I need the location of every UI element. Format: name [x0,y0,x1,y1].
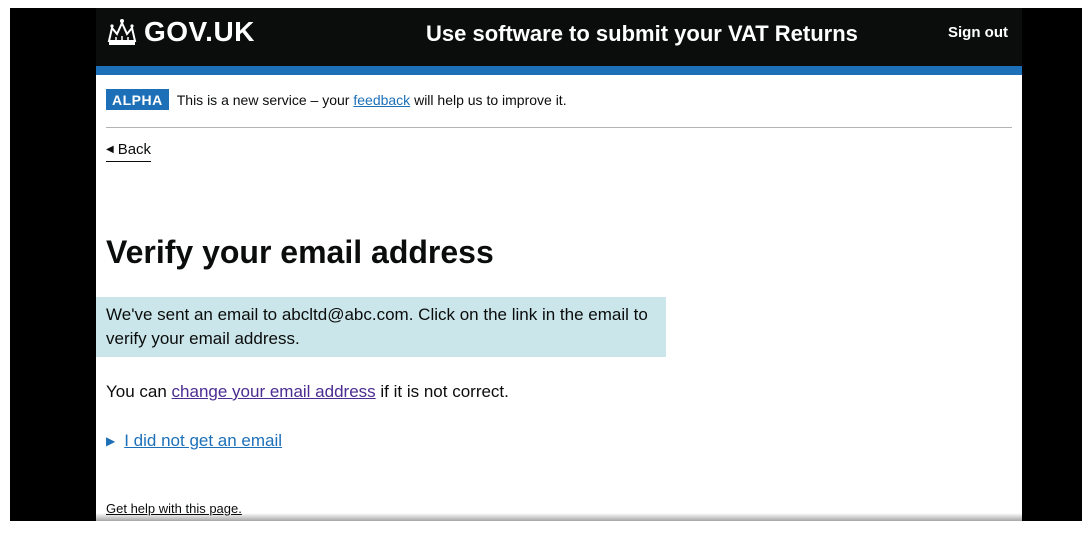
sign-out-link[interactable]: Sign out [948,24,1008,41]
page-title: Verify your email address [106,234,494,270]
left-letterbox [10,8,96,521]
screenshot-frame: GOV.UK Use software to submit your VAT R… [0,0,1092,533]
govuk-header: GOV.UK Use software to submit your VAT R… [96,8,1022,66]
bottom-shade [96,513,1022,521]
change-text-before: You can [106,382,172,401]
change-email-text: You can change your email address if it … [106,382,509,402]
phase-tag: ALPHA [106,89,169,110]
change-text-after: if it is not correct. [375,382,509,401]
screen: GOV.UK Use software to submit your VAT R… [10,8,1082,521]
phase-text-after: will help us to improve it. [410,92,567,108]
service-name[interactable]: Use software to submit your VAT Returns [426,21,858,47]
feedback-link[interactable]: feedback [353,92,410,108]
triangle-right-icon: ▶ [106,434,116,448]
logo-text: GOV.UK [144,16,255,47]
browser-page: GOV.UK Use software to submit your VAT R… [10,8,1082,521]
header-blue-bar [96,66,1022,75]
back-link[interactable]: ◀ Back [106,141,152,162]
govuk-logo[interactable]: GOV.UK [106,16,255,48]
inset-panel: We've sent an email to abcltd@abc.com. C… [96,297,666,357]
details-toggle[interactable]: ▶ I did not get an email [106,431,282,451]
change-email-link[interactable]: change your email address [172,382,376,401]
phase-text-before: This is a new service – your [176,92,354,108]
details-summary[interactable]: I did not get an email [124,431,282,451]
back-arrow-icon: ◀ [106,144,114,155]
phase-banner: ALPHA This is a new service – your feedb… [106,89,1012,128]
main-content: ALPHA This is a new service – your feedb… [96,75,1022,521]
right-letterbox [1022,8,1082,521]
back-link-label: Back [117,141,152,158]
crown-icon [106,17,138,47]
phase-banner-text: This is a new service – your feedback wi… [177,92,567,108]
